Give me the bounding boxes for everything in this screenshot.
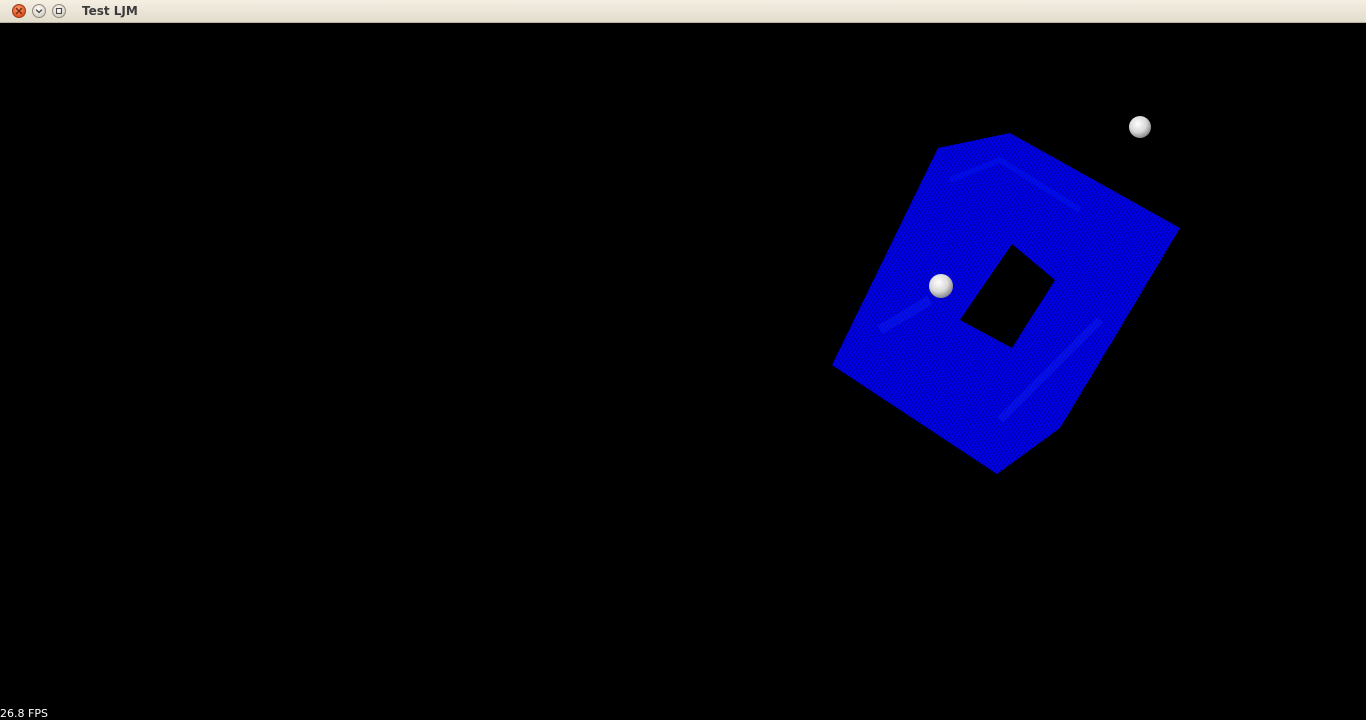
mesh-frame <box>832 133 1180 474</box>
sphere-inner <box>929 274 953 298</box>
scene-render <box>832 116 1180 474</box>
minimize-button[interactable] <box>32 4 46 18</box>
fps-counter: 26.8 FPS <box>0 707 48 720</box>
chevron-down-icon <box>35 9 43 14</box>
app-window: Test LJM 26.8 FPS <box>0 0 1366 720</box>
close-icon <box>15 7 23 15</box>
3d-viewport[interactable] <box>0 23 1366 720</box>
close-button[interactable] <box>12 4 26 18</box>
maximize-button[interactable] <box>52 4 66 18</box>
title-bar[interactable]: Test LJM <box>0 0 1366 23</box>
maximize-icon <box>55 7 63 15</box>
sphere-outer <box>1129 116 1151 138</box>
window-title: Test LJM <box>82 4 138 18</box>
